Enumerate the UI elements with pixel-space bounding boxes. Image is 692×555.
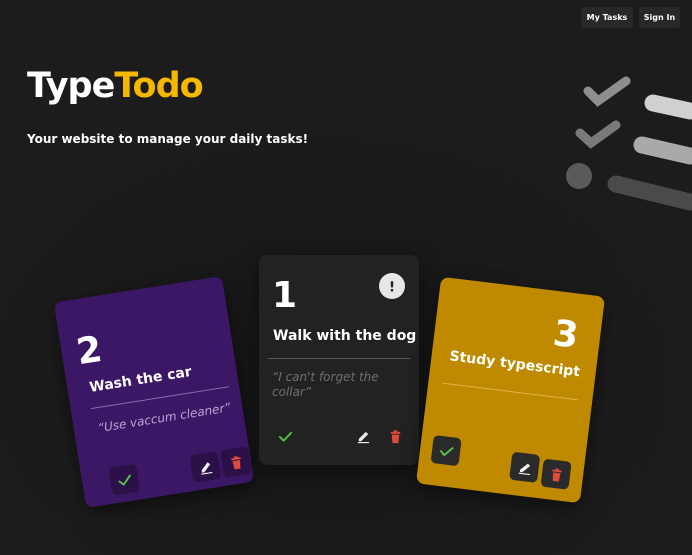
- task-note-line-2: collar”: [272, 385, 312, 399]
- edit-icon: [357, 431, 369, 443]
- task-card-1: 1 Walk with the dog “I can't forget the c…: [259, 255, 419, 465]
- task-number: 1: [272, 275, 298, 316]
- trash-icon: [551, 467, 562, 482]
- edit-icon: [518, 462, 530, 475]
- complete-task-button[interactable]: [430, 435, 462, 467]
- task-note: “I can't forget the collar”: [272, 370, 379, 400]
- edit-icon: [200, 461, 212, 475]
- check-icon: [278, 431, 292, 442]
- task-number: 3: [550, 312, 581, 357]
- exclamation-icon: [390, 281, 394, 292]
- edit-task-button[interactable]: [353, 426, 373, 446]
- task-divider: [268, 358, 410, 359]
- checklist-illustration-icon: [566, 76, 692, 211]
- brand-name-part1: Type: [27, 66, 115, 106]
- trash-icon: [390, 429, 400, 443]
- task-note: “Use vaccum cleaner”: [96, 400, 232, 436]
- delete-task-button[interactable]: [385, 426, 405, 446]
- edit-task-button[interactable]: [189, 450, 222, 483]
- task-note-line-1: “I can't forget the: [272, 370, 379, 384]
- complete-task-button[interactable]: [108, 463, 141, 496]
- tagline: Your website to manage your daily tasks!: [27, 132, 309, 146]
- task-number: 2: [73, 328, 105, 374]
- delete-task-button[interactable]: [540, 458, 572, 490]
- delete-task-button[interactable]: [219, 446, 252, 479]
- trash-icon: [230, 455, 241, 469]
- task-divider: [442, 382, 578, 401]
- my-tasks-button[interactable]: My Tasks: [581, 7, 633, 28]
- important-badge: [379, 273, 405, 299]
- sign-in-button[interactable]: Sign In: [639, 7, 680, 28]
- complete-task-button[interactable]: [275, 426, 295, 446]
- edit-task-button[interactable]: [509, 451, 541, 483]
- brand-name-part2: Todo: [114, 66, 203, 106]
- task-title: Walk with the dog: [273, 328, 417, 344]
- task-card-2: 2 Wash the car “Use vaccum cleaner”: [53, 275, 255, 509]
- task-card-3: 3 Study typescript: [415, 276, 606, 504]
- brand-logo: TypeTodo: [27, 66, 204, 106]
- check-icon: [117, 474, 131, 486]
- check-icon: [439, 446, 454, 456]
